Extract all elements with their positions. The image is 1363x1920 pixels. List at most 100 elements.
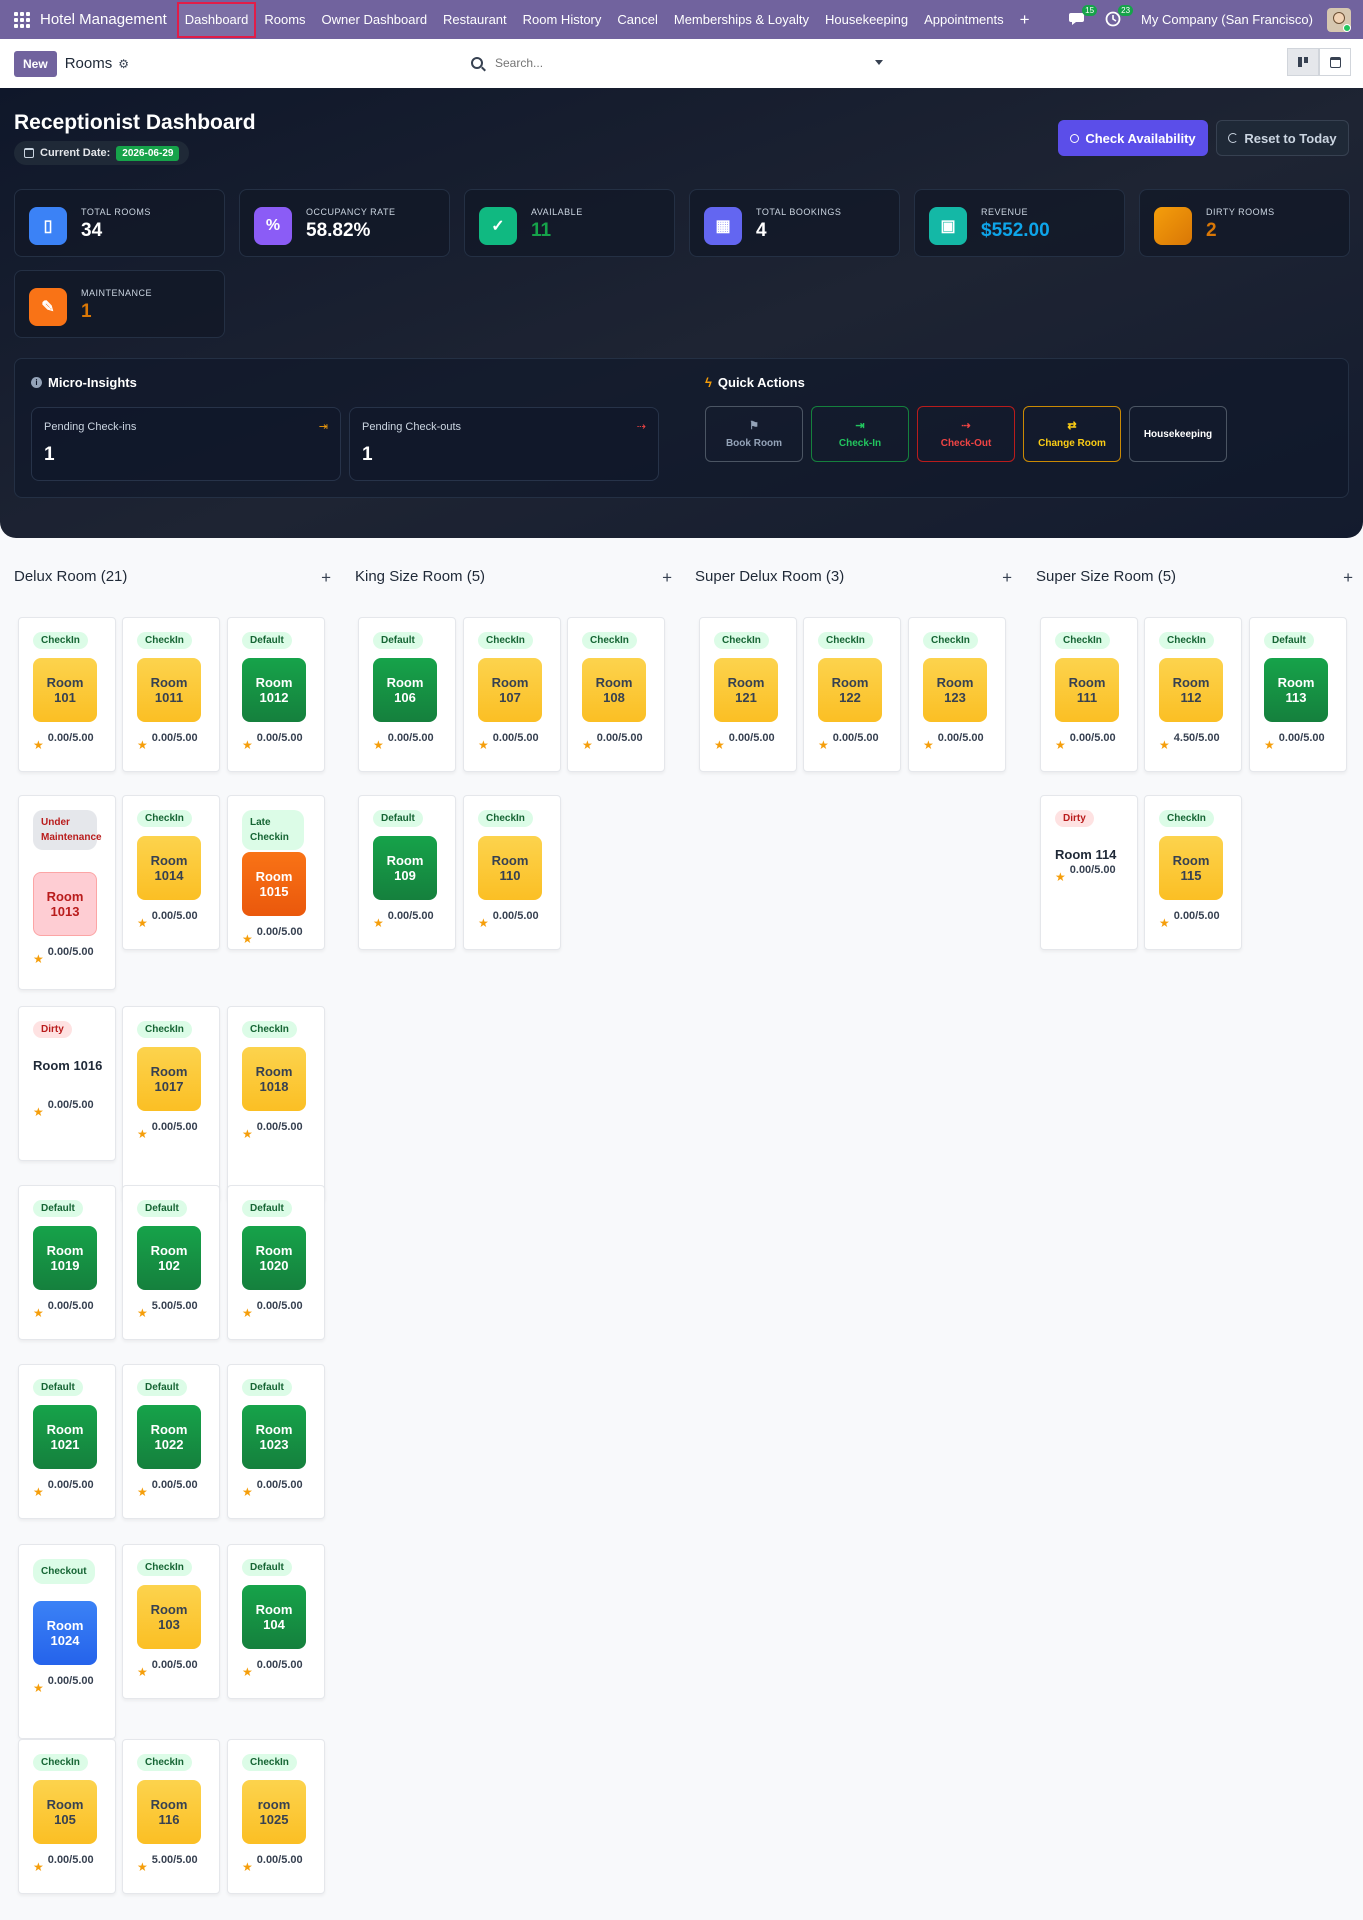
current-date-pill: Current Date: 2026-06-29 <box>14 141 190 165</box>
stat-value: 11 <box>531 220 552 241</box>
add-card-icon[interactable]: + <box>1002 568 1012 588</box>
room-card[interactable]: Late Checkin Room 1015 ★ 0.00/5.00 <box>227 795 325 950</box>
room-card[interactable]: CheckIn Room 123 ★ 0.00/5.00 <box>908 617 1006 772</box>
room-card[interactable]: Dirty Room 1016 ★ 0.00/5.00 <box>18 1006 116 1161</box>
kanban-view-button[interactable] <box>1287 48 1319 76</box>
menu-memberships-loyalty[interactable]: Memberships & Loyalty <box>666 2 817 38</box>
room-card[interactable]: CheckIn Room 116 ★ 5.00/5.00 <box>122 1739 220 1894</box>
room-card[interactable]: CheckIn Room 1018 ★ 0.00/5.00 <box>227 1006 325 1201</box>
room-name: Room 1016 <box>33 1058 103 1073</box>
menu-housekeeping[interactable]: Housekeeping <box>817 2 916 38</box>
room-card[interactable]: Dirty Room 114 ★ 0.00/5.00 <box>1040 795 1138 950</box>
check-circle-icon: ✓ <box>479 207 517 245</box>
menu-room-history[interactable]: Room History <box>515 2 610 38</box>
room-card[interactable]: CheckIn Room 1011 ★ 0.00/5.00 <box>122 617 220 772</box>
menu-cancel[interactable]: Cancel <box>609 2 665 38</box>
add-card-icon[interactable]: + <box>321 568 331 588</box>
room-card[interactable]: Default Room 1022 ★ 0.00/5.00 <box>122 1364 220 1519</box>
new-button[interactable]: New <box>14 50 57 77</box>
room-card[interactable]: CheckIn Room 103 ★ 0.00/5.00 <box>122 1544 220 1699</box>
rating: ★ 0.00/5.00 <box>242 730 307 752</box>
company-switcher[interactable]: My Company (San Francisco) <box>1141 12 1313 27</box>
book-room-button[interactable]: ⚑ Book Room <box>705 406 803 462</box>
menu-owner-dashboard[interactable]: Owner Dashboard <box>314 2 436 38</box>
room-card[interactable]: Default Room 113 ★ 0.00/5.00 <box>1249 617 1347 772</box>
room-card[interactable]: CheckIn Room 115 ★ 0.00/5.00 <box>1144 795 1242 950</box>
stat-label: OCCUPANCY RATE <box>306 207 396 217</box>
room-card[interactable]: CheckIn Room 107 ★ 0.00/5.00 <box>463 617 561 772</box>
check-in-button[interactable]: ⇥ Check-In <box>811 406 909 462</box>
pending-checkins-card[interactable]: Pending Check-ins 1 ⇥ <box>31 407 341 481</box>
room-card[interactable]: CheckIn Room 111 ★ 0.00/5.00 <box>1040 617 1138 772</box>
rating: ★ 0.00/5.00 <box>242 1119 307 1141</box>
menu-rooms[interactable]: Rooms <box>256 2 313 38</box>
room-card[interactable]: Default Room 1023 ★ 0.00/5.00 <box>227 1364 325 1519</box>
star-icon: ★ <box>818 738 829 752</box>
search-icon[interactable] <box>471 56 483 69</box>
room-tile: Room 1013 <box>33 872 97 936</box>
room-card[interactable]: CheckIn Room 1014 ★ 0.00/5.00 <box>122 795 220 950</box>
check-out-button[interactable]: ⇢ Check-Out <box>917 406 1015 462</box>
room-card[interactable]: CheckIn Room 122 ★ 0.00/5.00 <box>803 617 901 772</box>
search-bar <box>465 49 895 77</box>
housekeeping-label: Housekeeping <box>1143 428 1213 440</box>
user-avatar[interactable] <box>1327 7 1351 32</box>
bolt-icon: ϟ <box>705 375 712 390</box>
stat-dirty-rooms: DIRTY ROOMS 2 <box>1139 189 1350 257</box>
menu-dashboard[interactable]: Dashboard <box>176 1 257 38</box>
search-options-toggle[interactable] <box>875 60 883 65</box>
change-room-button[interactable]: ⇄ Change Room <box>1023 406 1121 462</box>
rating-value: 0.00/5.00 <box>151 910 198 922</box>
room-card[interactable]: Under Maintenance Room 1013 ★ 0.00/5.00 <box>18 795 116 990</box>
gear-icon[interactable]: ⚙ <box>118 57 129 71</box>
add-menu-icon[interactable]: + <box>1012 10 1038 30</box>
star-icon: ★ <box>33 1306 44 1320</box>
room-card[interactable]: CheckIn room 1025 ★ 0.00/5.00 <box>227 1739 325 1894</box>
room-card[interactable]: Default Room 1019 ★ 0.00/5.00 <box>18 1185 116 1340</box>
room-card[interactable]: CheckIn Room 110 ★ 0.00/5.00 <box>463 795 561 950</box>
check-availability-button[interactable]: Check Availability <box>1058 120 1208 156</box>
current-date-label: Current Date: <box>40 147 111 159</box>
room-card[interactable]: Default Room 104 ★ 0.00/5.00 <box>227 1544 325 1699</box>
rating-value: 0.00/5.00 <box>1069 732 1116 744</box>
room-card[interactable]: CheckIn Room 105 ★ 0.00/5.00 <box>18 1739 116 1894</box>
status-badge: CheckIn <box>1055 632 1110 649</box>
star-icon: ★ <box>1055 870 1066 884</box>
room-card[interactable]: Default Room 1020 ★ 0.00/5.00 <box>227 1185 325 1340</box>
status-badge: CheckIn <box>33 1754 88 1771</box>
star-icon: ★ <box>242 1306 253 1320</box>
room-card[interactable]: Checkout Room 1024 ★ 0.00/5.00 <box>18 1544 116 1739</box>
apps-grid-icon[interactable] <box>14 11 30 28</box>
room-card[interactable]: CheckIn Room 101 ★ 0.00/5.00 <box>18 617 116 772</box>
room-card[interactable]: CheckIn Room 1017 ★ 0.00/5.00 <box>122 1006 220 1201</box>
room-card[interactable]: CheckIn Room 112 ★ 4.50/5.00 <box>1144 617 1242 772</box>
activities-button[interactable]: 23 <box>1105 4 1134 29</box>
status-badge: Default <box>242 632 292 649</box>
star-icon: ★ <box>33 1485 44 1499</box>
room-card[interactable]: CheckIn Room 108 ★ 0.00/5.00 <box>567 617 665 772</box>
calendar-view-button[interactable] <box>1319 48 1351 76</box>
app-brand[interactable]: Hotel Management <box>40 11 167 28</box>
add-card-icon[interactable]: + <box>662 568 672 588</box>
search-input[interactable] <box>495 55 875 70</box>
housekeeping-button[interactable]: Housekeeping <box>1129 406 1227 462</box>
check-in-label: Check-In <box>838 438 882 449</box>
menu-appointments[interactable]: Appointments <box>916 2 1012 38</box>
room-card[interactable]: CheckIn Room 121 ★ 0.00/5.00 <box>699 617 797 772</box>
room-card[interactable]: Default Room 1012 ★ 0.00/5.00 <box>227 617 325 772</box>
pending-checkouts-card[interactable]: Pending Check-outs 1 ⇢ <box>349 407 659 481</box>
room-card[interactable]: Default Room 109 ★ 0.00/5.00 <box>358 795 456 950</box>
room-card[interactable]: Default Room 102 ★ 5.00/5.00 <box>122 1185 220 1340</box>
room-card[interactable]: Default Room 1021 ★ 0.00/5.00 <box>18 1364 116 1519</box>
messages-button[interactable]: 15 <box>1069 4 1098 29</box>
rating-value: 0.00/5.00 <box>151 1479 198 1491</box>
menu-restaurant[interactable]: Restaurant <box>435 2 515 38</box>
book-room-label: Book Room <box>725 438 783 449</box>
add-card-icon[interactable]: + <box>1343 568 1353 588</box>
star-icon: ★ <box>242 932 253 946</box>
info-icon: i <box>31 377 42 388</box>
star-icon: ★ <box>1159 916 1170 930</box>
reset-to-today-button[interactable]: Reset to Today <box>1216 120 1349 156</box>
room-tile: Room 1015 <box>242 852 306 916</box>
room-card[interactable]: Default Room 106 ★ 0.00/5.00 <box>358 617 456 772</box>
